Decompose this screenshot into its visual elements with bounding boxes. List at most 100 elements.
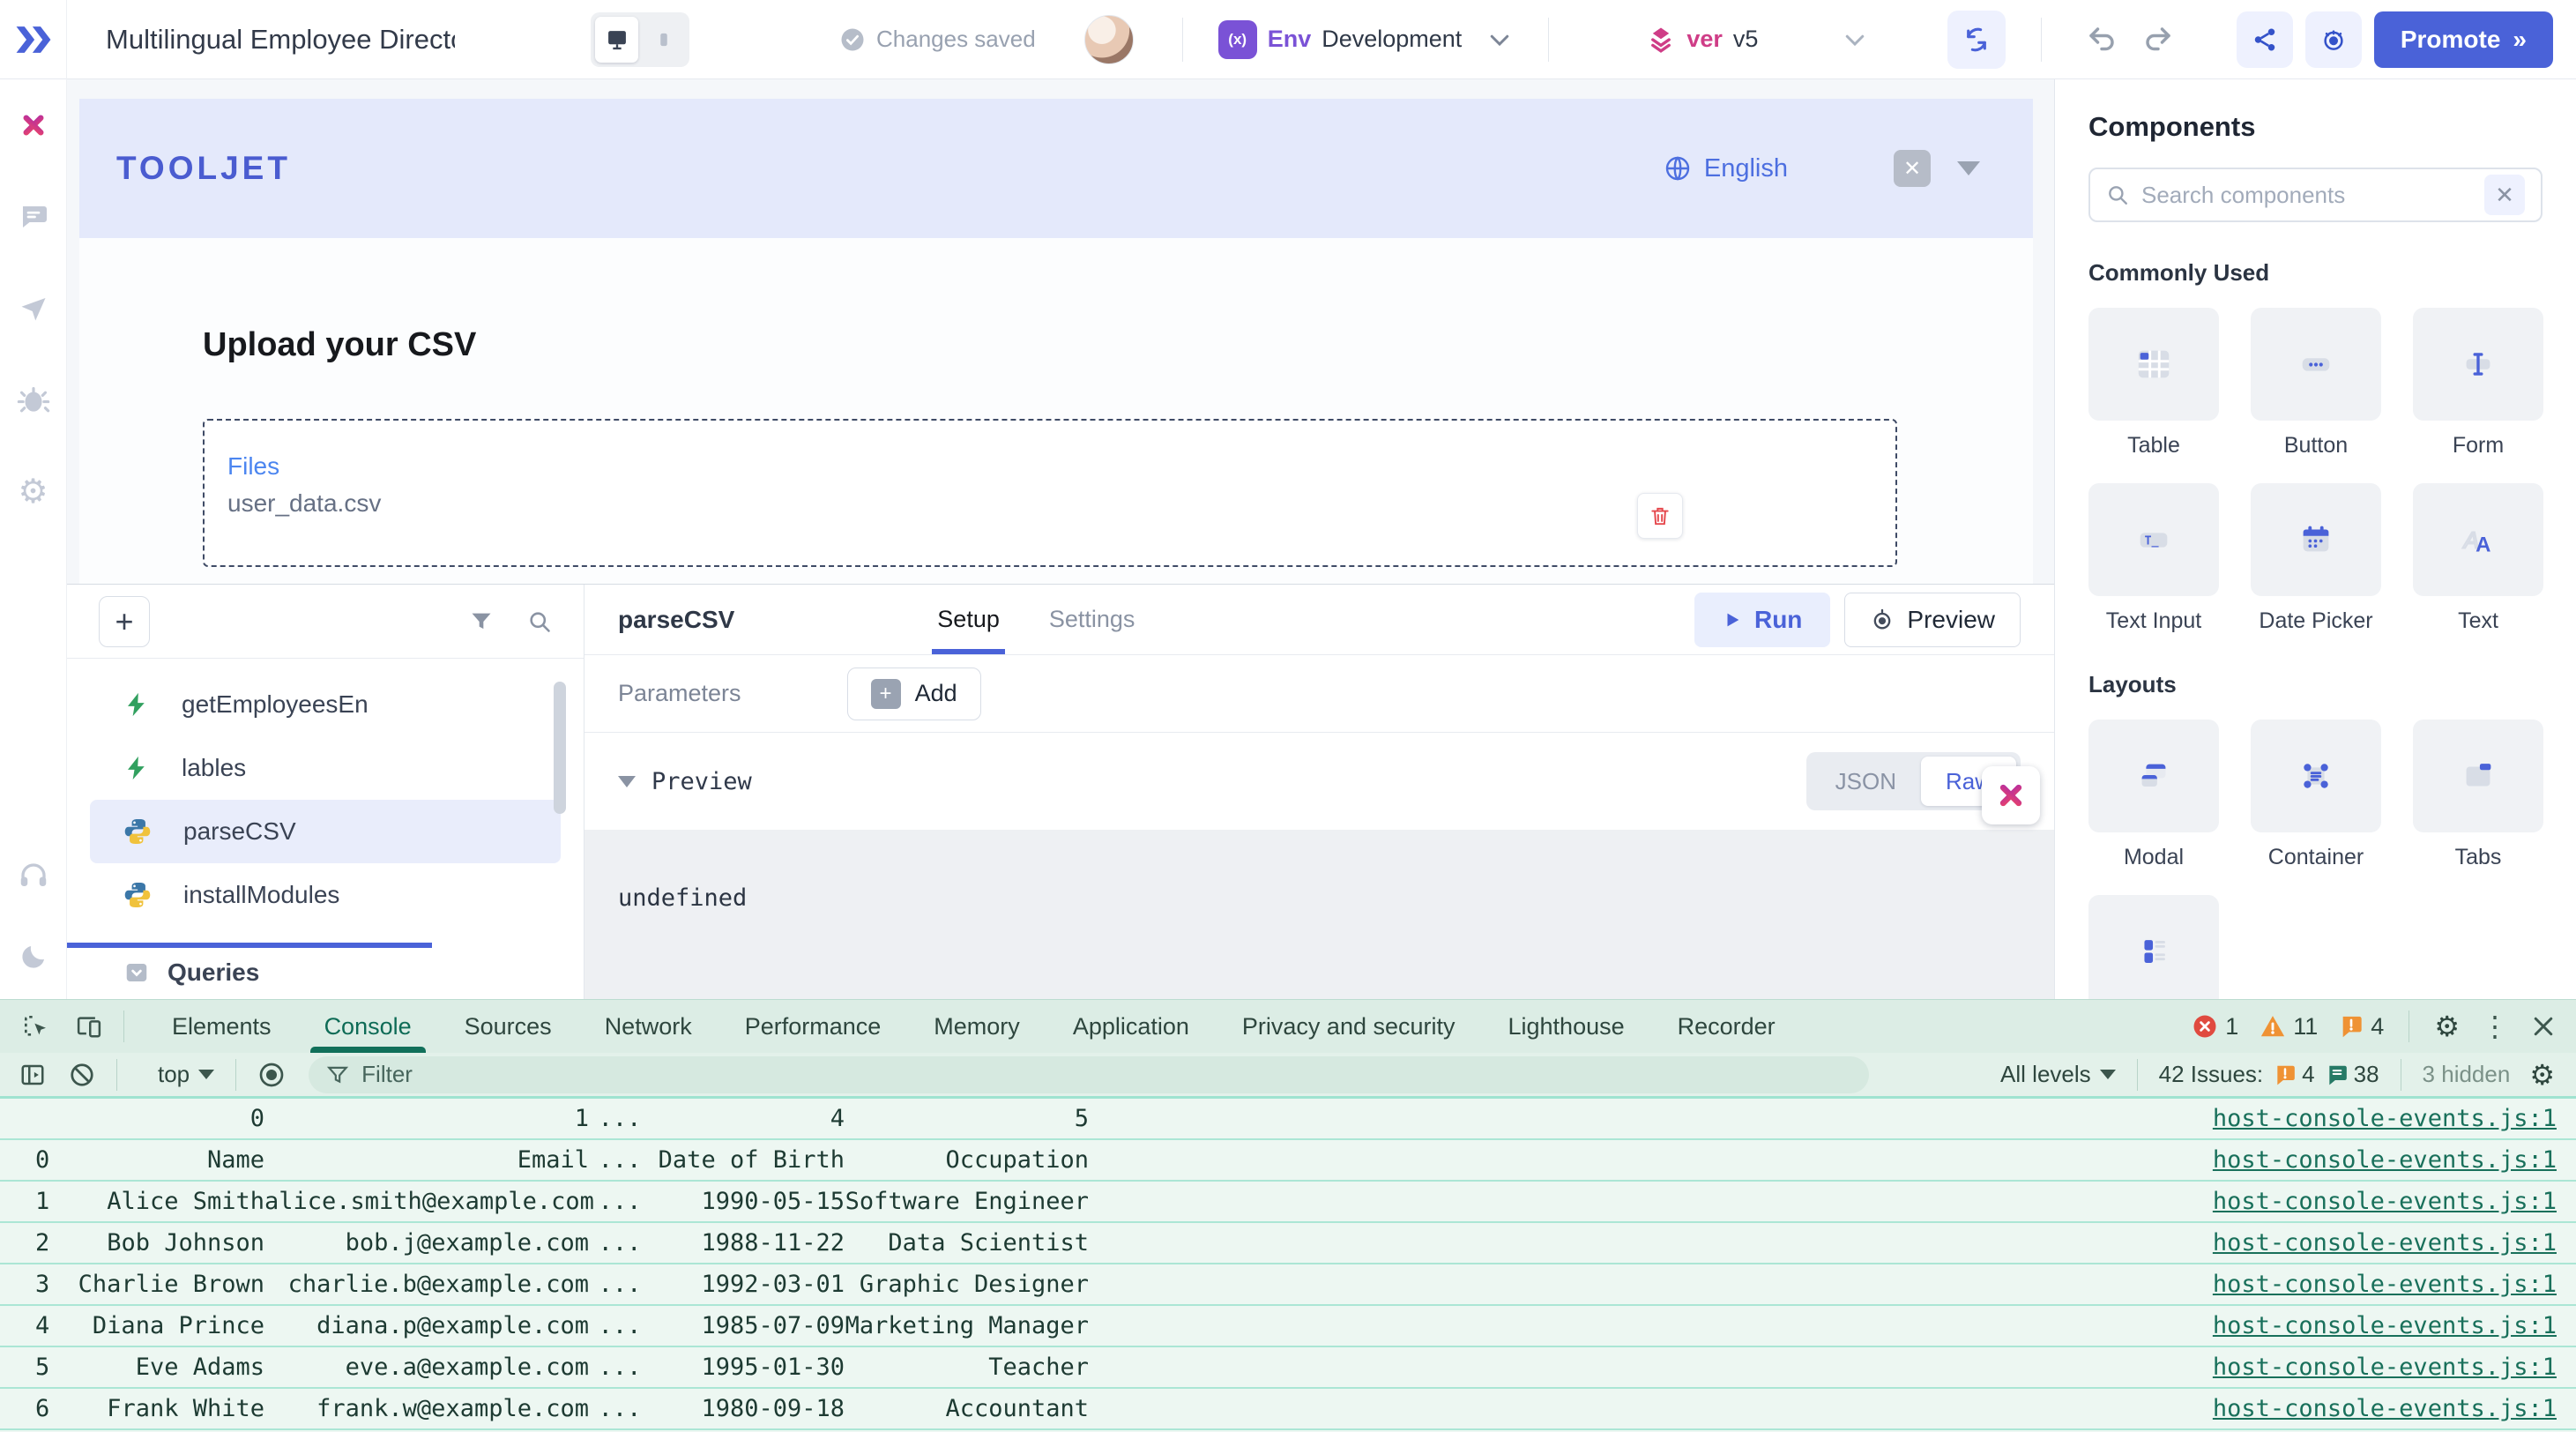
filter-queries-icon[interactable] (469, 609, 494, 634)
file-picker[interactable]: Files user_data.csv (203, 419, 1897, 567)
component-card[interactable] (2413, 720, 2543, 832)
component-card[interactable] (2251, 720, 2381, 832)
devtools-tab-sources[interactable]: Sources (438, 1000, 578, 1053)
sidebar-send-button[interactable] (12, 289, 55, 328)
component-text[interactable]: AAText (2413, 483, 2543, 634)
language-selector[interactable]: English ✕ (1664, 150, 1980, 187)
component-modal[interactable]: Modal (2088, 720, 2219, 870)
queries-footer[interactable]: Queries (67, 946, 584, 999)
console-settings-icon[interactable]: ⚙ (2529, 1061, 2555, 1089)
console-source-link[interactable]: host-console-events.js:1 (2213, 1188, 2557, 1215)
redo-button[interactable] (2142, 24, 2174, 56)
sidebar-comments-button[interactable] (12, 198, 55, 236)
preview-app-button[interactable] (2305, 11, 2362, 68)
undo-button[interactable] (2086, 24, 2118, 56)
console-source-link[interactable]: host-console-events.js:1 (2213, 1105, 2557, 1132)
promote-button[interactable]: Promote » (2374, 11, 2553, 68)
component-card[interactable] (2251, 308, 2381, 421)
devtools-tab-performance[interactable]: Performance (718, 1000, 908, 1053)
clear-console-icon[interactable] (69, 1062, 95, 1088)
console-errors-badge[interactable]: 1 (2192, 1013, 2238, 1040)
environment-selector[interactable]: (x) Env Development (1218, 20, 1514, 59)
query-tab-settings[interactable]: Settings (1049, 585, 1135, 654)
console-warnings-badge[interactable]: 11 (2260, 1013, 2318, 1040)
sidebar-moon-button[interactable] (12, 937, 55, 976)
share-button[interactable] (2237, 11, 2293, 68)
preview-query-button[interactable]: Preview (1844, 593, 2021, 647)
query-item-lables[interactable]: lables (67, 736, 584, 800)
log-levels-select[interactable]: All levels (2000, 1061, 2116, 1088)
component-date-picker[interactable]: Date Picker (2251, 483, 2381, 634)
component-card[interactable] (2088, 720, 2219, 832)
console-filter[interactable] (309, 1056, 1869, 1093)
component-form[interactable]: Form (2413, 308, 2543, 459)
devtools-tab-network[interactable]: Network (578, 1000, 718, 1053)
console-source-link[interactable]: host-console-events.js:1 (2213, 1229, 2557, 1257)
devtools-close-icon[interactable] (2530, 1013, 2557, 1040)
mobile-toggle-icon[interactable] (642, 17, 685, 63)
add-parameter-button[interactable]: + Add (847, 668, 981, 720)
format-toggle-json[interactable]: JSON (1811, 757, 1921, 806)
collapse-caret-icon[interactable] (618, 776, 636, 787)
query-list-scrollbar[interactable] (554, 682, 566, 814)
search-queries-icon[interactable] (527, 609, 552, 634)
devtools-tab-lighthouse[interactable]: Lighthouse (1482, 1000, 1651, 1053)
component-card[interactable] (2413, 308, 2543, 421)
query-tab-setup[interactable]: Setup (937, 585, 1000, 654)
component-card[interactable] (2088, 308, 2219, 421)
inspect-element-icon[interactable] (21, 1012, 49, 1040)
component-search-box[interactable]: ✕ (2088, 168, 2542, 222)
component-container[interactable]: Container (2251, 720, 2381, 870)
component-card[interactable] (2251, 483, 2381, 596)
devtools-tab-privacy-and-security[interactable]: Privacy and security (1216, 1000, 1482, 1053)
devtools-tab-console[interactable]: Console (298, 1000, 438, 1053)
query-item-parseCSV[interactable]: parseCSV (90, 800, 561, 863)
file-picker-label[interactable]: Files (227, 452, 279, 481)
devtools-tab-memory[interactable]: Memory (907, 1000, 1046, 1053)
component-card[interactable] (2088, 895, 2219, 999)
console-source-link[interactable]: host-console-events.js:1 (2213, 1354, 2557, 1381)
issues-badge[interactable]: 4 (2339, 1013, 2384, 1040)
desktop-toggle-icon[interactable] (595, 17, 638, 63)
tooljet-logo[interactable] (0, 0, 67, 79)
component-button[interactable]: Button (2251, 308, 2381, 459)
devtools-tab-recorder[interactable]: Recorder (1651, 1000, 1802, 1053)
language-clear-button[interactable]: ✕ (1894, 150, 1931, 187)
query-item-installModules[interactable]: installModules (67, 863, 584, 927)
sidebar-bug-button[interactable] (12, 381, 55, 420)
devtools-menu-icon[interactable]: ⋮ (2481, 1012, 2509, 1040)
canvas-device-toggle[interactable] (591, 12, 689, 67)
run-query-button[interactable]: Run (1694, 593, 1830, 647)
sidebar-tooljet-x-button[interactable] (12, 106, 55, 145)
version-selector[interactable]: ver v5 (1646, 25, 1758, 55)
devtools-settings-icon[interactable]: ⚙ (2434, 1012, 2460, 1040)
console-source-link[interactable]: host-console-events.js:1 (2213, 1271, 2557, 1298)
javascript-context-select[interactable]: top (158, 1061, 214, 1088)
component-card[interactable]: T_ (2088, 483, 2219, 596)
sync-button[interactable] (1947, 11, 2006, 69)
devtools-tab-application[interactable]: Application (1046, 1000, 1216, 1053)
user-avatar[interactable] (1084, 15, 1134, 64)
language-dropdown-caret-icon[interactable] (1957, 161, 1980, 175)
app-name-input[interactable]: Multilingual Employee Directory (106, 24, 455, 56)
component-card[interactable]: AA (2413, 483, 2543, 596)
devtools-tab-elements[interactable]: Elements (145, 1000, 298, 1053)
component-tabs[interactable]: Tabs (2413, 720, 2543, 870)
query-item-getEmployeesEn[interactable]: getEmployeesEn (67, 673, 584, 736)
clear-search-button[interactable]: ✕ (2484, 175, 2525, 215)
issues-summary[interactable]: 42 Issues: 4 38 (2159, 1061, 2379, 1088)
console-sidebar-icon[interactable] (19, 1062, 46, 1088)
add-query-button[interactable]: + (99, 596, 150, 647)
console-source-link[interactable]: host-console-events.js:1 (2213, 1146, 2557, 1174)
sidebar-headset-button[interactable] (12, 856, 55, 895)
chevron-down-icon[interactable] (1842, 26, 1868, 53)
sidebar-gear-button[interactable]: ⚙ (12, 473, 55, 511)
component-list-view[interactable]: List View (2088, 895, 2219, 999)
component-search-input[interactable] (2141, 182, 2472, 209)
chevron-down-icon[interactable] (1486, 26, 1513, 53)
live-expression-eye-icon[interactable] (257, 1061, 286, 1089)
console-source-link[interactable]: host-console-events.js:1 (2213, 1395, 2557, 1422)
console-source-link[interactable]: host-console-events.js:1 (2213, 1312, 2557, 1339)
component-text-input[interactable]: T_Text Input (2088, 483, 2219, 634)
console-filter-input[interactable] (361, 1061, 1851, 1088)
